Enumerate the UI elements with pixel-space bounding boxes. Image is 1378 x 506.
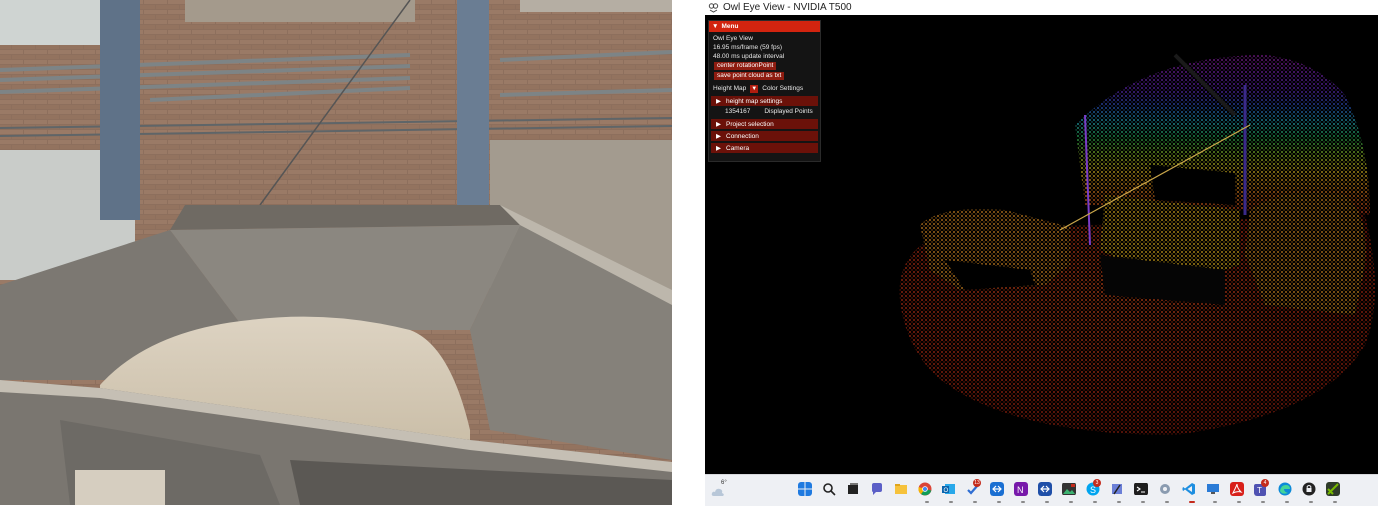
terminal-icon[interactable] xyxy=(1134,482,1148,496)
frame-time: 16.95 ms/frame (59 fps) xyxy=(713,44,782,51)
temperature: 6° xyxy=(721,480,727,486)
running-indicator xyxy=(1093,501,1097,503)
nvidia-icon[interactable] xyxy=(1326,482,1340,496)
window-titlebar[interactable]: Owl Eye View - NVIDIA T500 xyxy=(705,0,1378,15)
window-title: Owl Eye View - NVIDIA T500 xyxy=(723,2,852,13)
svg-text:O: O xyxy=(944,488,949,494)
menu-panel: ▼ Menu Owl Eye View 16.95 ms/frame (59 f… xyxy=(708,20,821,162)
svg-text:T: T xyxy=(1257,486,1262,495)
menu-header-label: Menu xyxy=(721,23,739,30)
running-indicator xyxy=(1333,501,1337,503)
hopper-photo-drawing xyxy=(0,0,672,505)
settings-icon[interactable] xyxy=(1158,482,1172,496)
chat-icon[interactable] xyxy=(870,482,884,496)
section-label: Connection xyxy=(726,132,759,140)
outlook-icon[interactable]: O xyxy=(942,482,956,496)
running-indicator xyxy=(925,501,929,503)
save-point-cloud-button[interactable]: save point cloud as txt xyxy=(714,72,785,80)
running-indicator xyxy=(1021,501,1025,503)
file-explorer-icon[interactable] xyxy=(894,482,908,496)
teamviewer-2-icon[interactable] xyxy=(1038,482,1052,496)
taskbar: 6° O 13 N S 3 T 4 xyxy=(705,474,1378,506)
security-icon[interactable] xyxy=(1302,482,1316,496)
remote-desktop-icon[interactable] xyxy=(1206,482,1220,496)
owl-app-icon xyxy=(708,3,719,13)
app-window: Owl Eye View - NVIDIA T500 ▼ Menu Owl Ey… xyxy=(705,0,1378,506)
hopper-photo xyxy=(0,0,672,505)
task-view-icon[interactable] xyxy=(846,482,860,496)
weather-widget[interactable]: 6° xyxy=(711,480,733,499)
paint-icon[interactable] xyxy=(1110,482,1124,496)
section-camera[interactable]: ▶ Camera xyxy=(711,143,818,153)
section-label: Project selection xyxy=(726,120,774,128)
expand-arrow-icon: ▶ xyxy=(716,133,721,140)
active-indicator xyxy=(1189,501,1195,503)
color-settings-label: Color Settings xyxy=(762,85,804,92)
photos-icon[interactable] xyxy=(1062,482,1076,496)
vscode-icon[interactable] xyxy=(1182,482,1196,496)
acrobat-icon[interactable] xyxy=(1230,482,1244,496)
collapse-arrow-icon: ▼ xyxy=(712,23,719,30)
running-indicator xyxy=(1309,501,1313,503)
running-indicator xyxy=(1213,501,1217,503)
running-indicator xyxy=(997,501,1001,503)
running-indicator xyxy=(949,501,953,503)
teamviewer-icon[interactable] xyxy=(990,482,1004,496)
menu-header[interactable]: ▼ Menu xyxy=(709,21,820,32)
height-map-label: Height Map xyxy=(713,85,747,92)
running-indicator xyxy=(1285,501,1289,503)
skype-badge: 3 xyxy=(1093,479,1101,487)
running-indicator xyxy=(1117,501,1121,503)
svg-text:N: N xyxy=(1017,485,1024,495)
section-height-map-settings[interactable]: ▶ height map settings xyxy=(711,96,818,106)
point-cloud-viewport[interactable]: ▼ Menu Owl Eye View 16.95 ms/frame (59 f… xyxy=(705,15,1378,474)
section-project-selection[interactable]: ▶ Project selection xyxy=(711,119,818,129)
running-indicator xyxy=(973,501,977,503)
center-rotation-point-button[interactable]: center rotationPoint xyxy=(714,62,777,70)
pdf-app-badge: 4 xyxy=(1261,479,1269,487)
expand-arrow-icon: ▶ xyxy=(716,121,721,128)
displayed-points-input[interactable]: 1354167 xyxy=(725,108,750,115)
cloud-icon xyxy=(711,488,724,496)
running-indicator xyxy=(1237,501,1241,503)
chrome-icon[interactable] xyxy=(918,482,932,496)
running-indicator xyxy=(1069,501,1073,503)
running-indicator xyxy=(1165,501,1169,503)
onenote-icon[interactable]: N xyxy=(1014,482,1028,496)
update-interval: 48.00 ms update interval xyxy=(713,53,785,60)
section-label: height map settings xyxy=(726,97,783,105)
windows-start-icon[interactable] xyxy=(798,482,812,496)
section-connection[interactable]: ▶ Connection xyxy=(711,131,818,141)
displayed-points-label: Displayed Points xyxy=(764,108,813,115)
expand-arrow-icon: ▶ xyxy=(716,145,721,152)
app-name: Owl Eye View xyxy=(713,35,753,42)
running-indicator xyxy=(1141,501,1145,503)
color-mode-dropdown-icon[interactable]: ▼ xyxy=(750,84,759,93)
edge-icon[interactable] xyxy=(1278,482,1292,496)
running-indicator xyxy=(1045,501,1049,503)
running-indicator xyxy=(1261,501,1265,503)
section-label: Camera xyxy=(726,144,750,152)
teams-badge: 13 xyxy=(973,479,981,487)
search-icon[interactable] xyxy=(822,482,836,496)
expand-arrow-icon: ▶ xyxy=(716,98,721,105)
